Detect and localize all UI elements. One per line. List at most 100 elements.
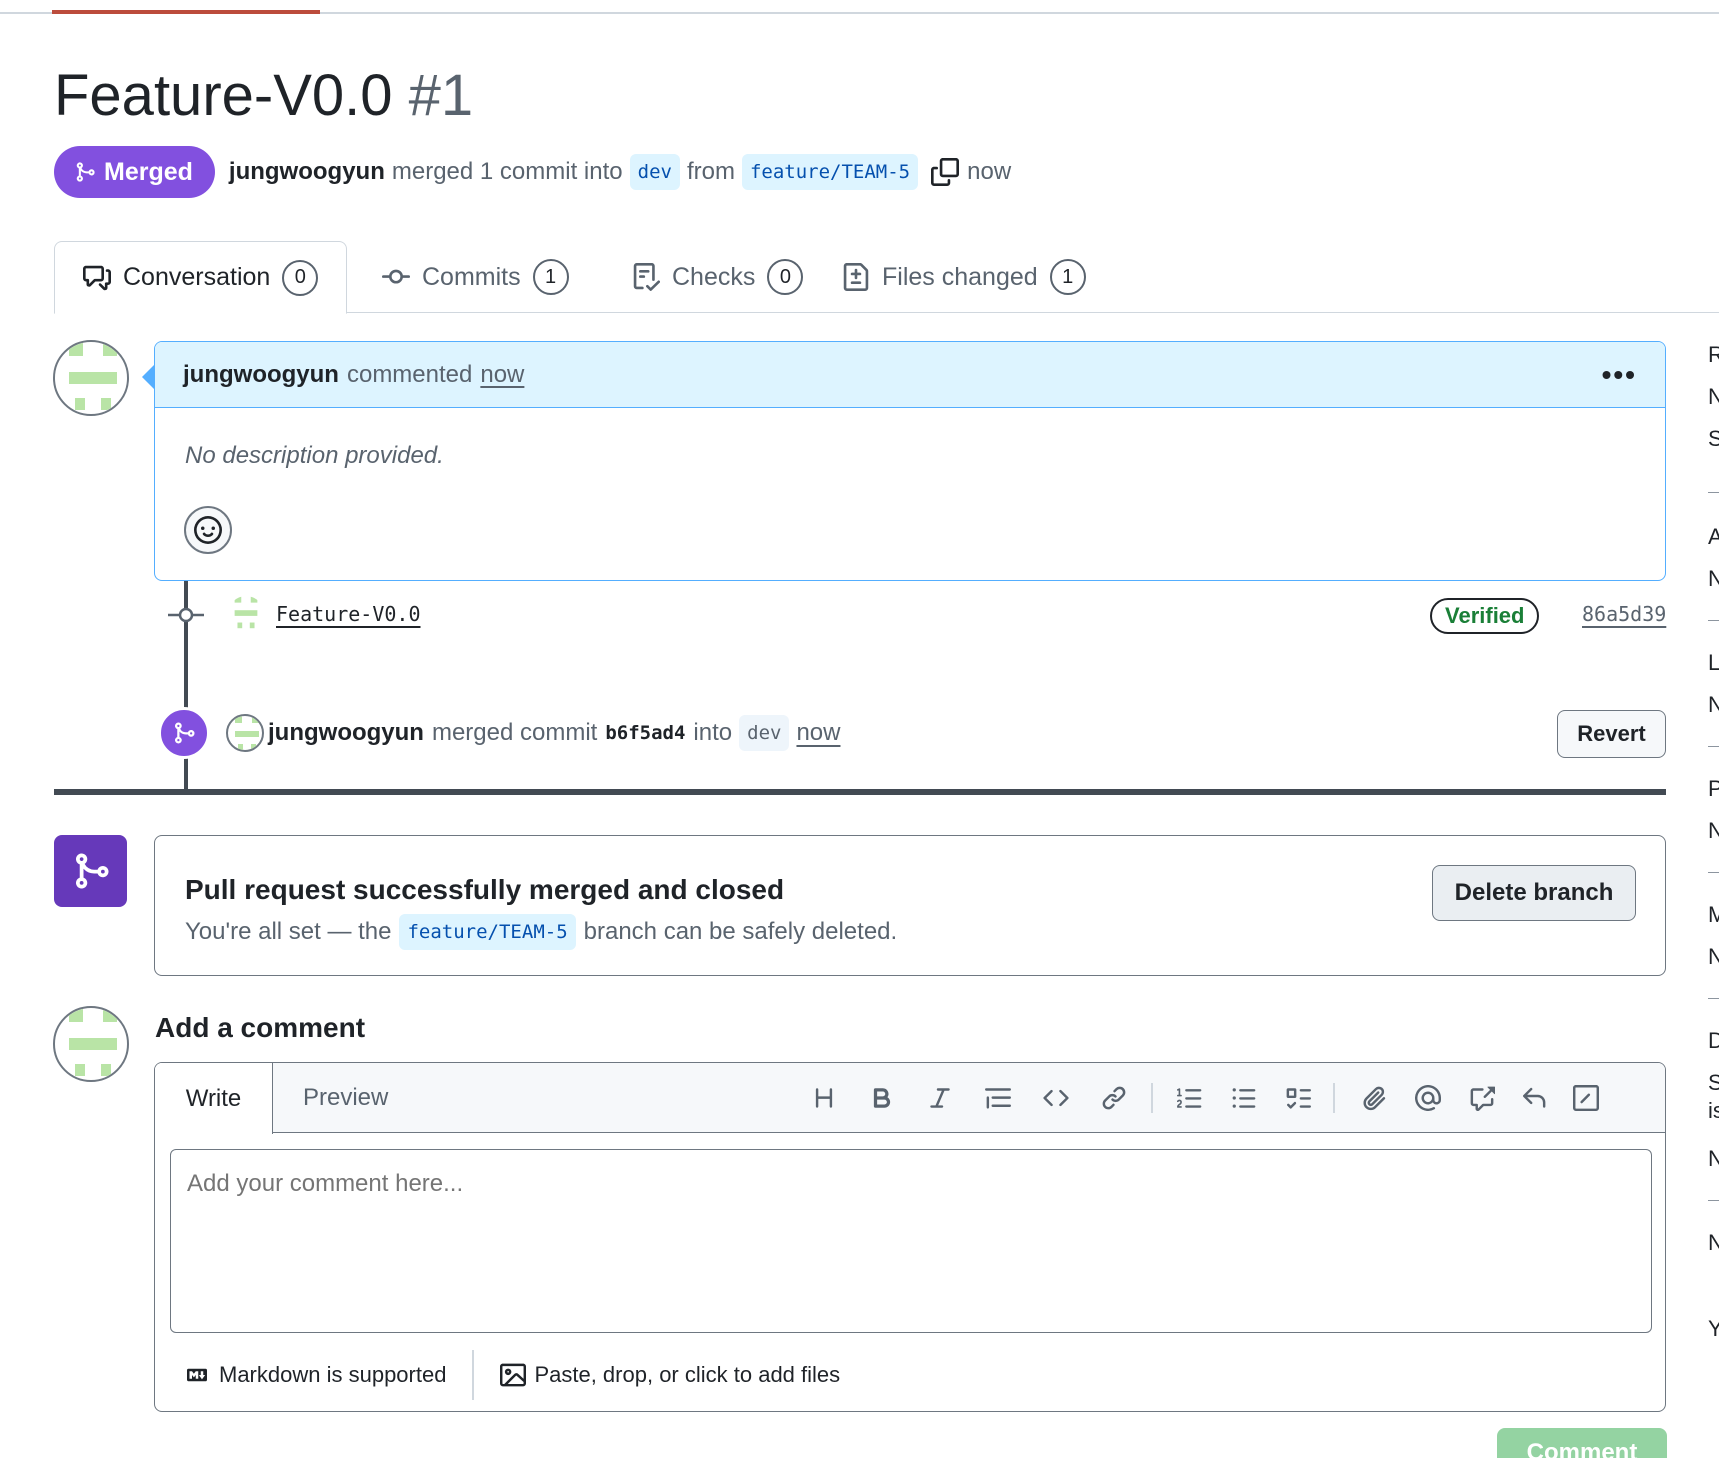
sidebar-fragment: N	[1708, 1146, 1719, 1171]
comment-textarea[interactable]	[170, 1149, 1652, 1333]
merge-event-badge	[158, 707, 210, 759]
merged-status-icon	[54, 835, 127, 907]
tab-checks[interactable]: Checks 0	[632, 241, 804, 313]
files-note: Paste, drop, or click to add files	[534, 1362, 841, 1387]
commit-sha-link[interactable]: 86a5d39	[1582, 602, 1666, 626]
tab-files-changed-label: Files changed	[882, 262, 1038, 291]
markdown-link[interactable]: Markdown is supported	[183, 1362, 446, 1388]
code-icon[interactable]	[1039, 1081, 1073, 1115]
merged-state-label: Merged	[104, 157, 193, 186]
delete-branch-button[interactable]: Delete branch	[1432, 865, 1636, 921]
merge-target-branch[interactable]: dev	[739, 715, 790, 751]
sidebar-divider	[1708, 492, 1719, 493]
tab-files-changed-count: 1	[1049, 259, 1086, 295]
comment-body: No description provided.	[185, 442, 444, 469]
comment-caret	[142, 365, 154, 389]
deletable-branch-label[interactable]: feature/TEAM-5	[399, 914, 576, 950]
comment-editor: Write Preview Add your comment here... M…	[154, 1062, 1666, 1412]
identicon	[69, 1008, 117, 1076]
quote-icon[interactable]	[981, 1081, 1015, 1115]
italic-icon[interactable]	[923, 1081, 957, 1115]
commit-message-link[interactable]: Feature-V0.0	[276, 602, 421, 626]
comment-time-link[interactable]: now	[480, 361, 524, 389]
sidebar-fragment: N	[1708, 566, 1719, 591]
kebab-horizontal-icon[interactable]: •••	[1602, 359, 1637, 391]
mention-icon[interactable]	[1411, 1081, 1445, 1115]
tab-conversation[interactable]: Conversation 0	[54, 241, 348, 314]
identicon	[69, 342, 117, 410]
sidebar-fragment: N	[1708, 384, 1719, 409]
comment-discussion-icon	[83, 265, 111, 290]
sidebar-fragment: N	[1708, 692, 1719, 717]
avatar[interactable]	[226, 714, 264, 752]
copy-icon[interactable]	[931, 158, 960, 186]
attach-files-link[interactable]: Paste, drop, or click to add files	[500, 1362, 840, 1388]
tab-commits-count: 1	[532, 259, 569, 295]
sidebar-fragment: P	[1708, 776, 1719, 801]
pr-meta: Merged jungwoogyun merged 1 commit into …	[54, 146, 1011, 198]
tab-files-changed[interactable]: Files changed 1	[842, 241, 1086, 313]
top-navigation-bar	[0, 0, 1719, 14]
sidebar-divider	[1708, 746, 1719, 747]
sidebar-fragment: N	[1708, 818, 1719, 843]
merge-time-link[interactable]: now	[796, 719, 840, 747]
editor-toolbar: Write Preview	[155, 1063, 1665, 1134]
pr-author-link[interactable]: jungwoogyun	[229, 158, 385, 186]
git-merge-icon	[75, 853, 109, 889]
git-merge-icon	[175, 722, 195, 744]
tab-write[interactable]: Write	[155, 1063, 273, 1134]
tab-commits[interactable]: Commits 1	[382, 241, 569, 313]
revert-button[interactable]: Revert	[1557, 710, 1666, 758]
base-branch-label[interactable]: dev	[629, 154, 680, 190]
link-icon[interactable]	[1097, 1081, 1131, 1115]
file-diff-icon	[843, 263, 869, 291]
into-text: into	[693, 719, 733, 746]
merge-status-title: Pull request successfully merged and clo…	[185, 874, 785, 905]
identicon	[234, 596, 258, 629]
head-branch-label[interactable]: feature/TEAM-5	[741, 154, 919, 190]
verified-badge[interactable]: Verified	[1430, 598, 1540, 634]
markdown-note: Markdown is supported	[219, 1362, 447, 1387]
cross-reference-icon[interactable]	[1465, 1081, 1499, 1115]
merge-commit-sha-link[interactable]: b6f5ad4	[605, 722, 685, 744]
active-nav-underline	[52, 10, 320, 14]
add-comment-heading: Add a comment	[155, 1012, 366, 1043]
ordered-list-icon[interactable]	[1173, 1081, 1207, 1115]
sidebar-fragment: M	[1708, 902, 1719, 927]
comment-submit-button[interactable]: Comment	[1497, 1428, 1667, 1458]
image-icon	[500, 1363, 527, 1387]
merge-status-prefix: You're all set — the	[185, 918, 392, 945]
toolbar-divider	[1151, 1083, 1153, 1113]
git-merge-icon	[76, 162, 95, 182]
reply-icon[interactable]	[1517, 1081, 1551, 1115]
commit-author-avatar[interactable]	[228, 596, 264, 632]
editor-footer: Markdown is supported Paste, drop, or cl…	[155, 1345, 1665, 1405]
comment-action-text: commented	[346, 360, 473, 388]
sidebar-fragment: S	[1708, 1070, 1719, 1095]
identicon	[235, 716, 259, 750]
sidebar-fragment: Y	[1708, 1316, 1719, 1341]
sidebar-fragment: D	[1708, 1028, 1719, 1053]
add-reaction-button[interactable]	[184, 506, 232, 554]
tab-preview[interactable]: Preview	[303, 1063, 388, 1133]
sidebar-fragment: R	[1708, 342, 1719, 367]
merge-author-link[interactable]: jungwoogyun	[268, 719, 424, 747]
sidebar-fragment: A	[1708, 524, 1719, 549]
avatar[interactable]	[53, 340, 129, 416]
heading-icon[interactable]	[807, 1081, 841, 1115]
paperclip-icon[interactable]	[1357, 1081, 1391, 1115]
avatar[interactable]	[53, 1006, 129, 1082]
toolbar-divider	[1333, 1083, 1335, 1113]
pr-summary-text: merged 1 commit into	[391, 158, 623, 185]
comment-author-link[interactable]: jungwoogyun	[183, 361, 339, 389]
pr-number: #1	[408, 63, 474, 128]
sidebar-divider	[1708, 1200, 1719, 1201]
slash-command-icon[interactable]	[1569, 1081, 1603, 1115]
tasklist-icon[interactable]	[1281, 1081, 1315, 1115]
bold-icon[interactable]	[865, 1081, 899, 1115]
sidebar-divider	[1708, 620, 1719, 621]
unordered-list-icon[interactable]	[1227, 1081, 1261, 1115]
footer-divider	[472, 1350, 475, 1400]
from-text: from	[686, 158, 735, 185]
pr-description-comment: jungwoogyun commented now ••• No descrip…	[154, 341, 1666, 581]
